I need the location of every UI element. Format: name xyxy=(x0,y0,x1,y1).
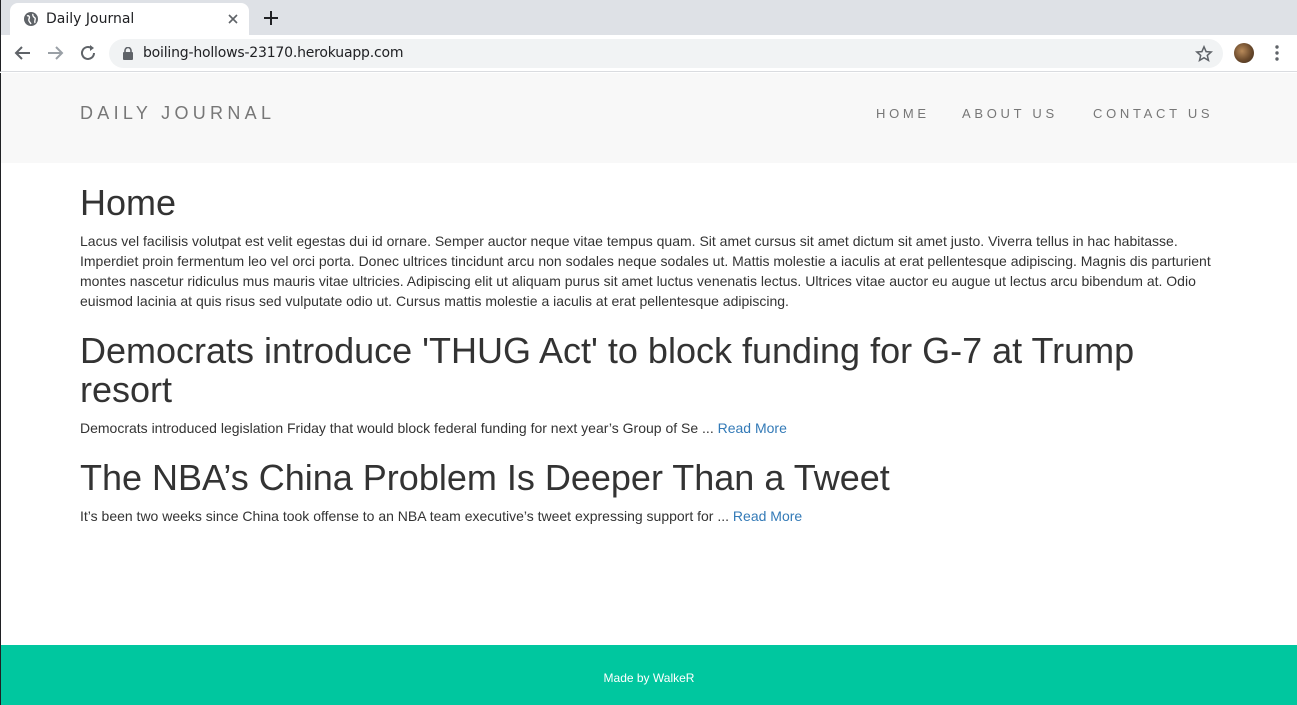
web-page: DAILY JOURNAL HOME ABOUT US CONTACT US H… xyxy=(0,73,1297,705)
page-title: Home xyxy=(80,182,177,223)
forward-arrow-icon[interactable] xyxy=(45,43,65,63)
nav-home[interactable]: HOME xyxy=(876,106,930,121)
reload-icon[interactable] xyxy=(78,43,98,63)
back-arrow-icon[interactable] xyxy=(13,43,33,63)
new-tab-icon[interactable] xyxy=(261,8,281,28)
nav-about-us[interactable]: ABOUT US xyxy=(962,106,1058,121)
read-more-link[interactable]: Read More xyxy=(718,420,787,436)
post-excerpt: Democrats introduced legislation Friday … xyxy=(80,418,1220,438)
profile-avatar[interactable] xyxy=(1234,43,1254,63)
post-excerpt-text: It’s been two weeks since China took off… xyxy=(80,508,730,524)
post-item: The NBA’s China Problem Is Deeper Than a… xyxy=(80,458,1220,526)
nav-contact-us[interactable]: CONTACT US xyxy=(1093,106,1213,121)
home-intro: Lacus vel facilisis volutpat est velit e… xyxy=(80,233,1211,309)
post-excerpt-text: Democrats introduced legislation Friday … xyxy=(80,420,714,436)
browser-tab[interactable]: Daily Journal xyxy=(10,3,249,35)
close-icon[interactable] xyxy=(225,11,241,27)
site-footer: Made by WalkeR xyxy=(1,645,1297,705)
site-brand[interactable]: DAILY JOURNAL xyxy=(80,103,275,124)
post-title: The NBA’s China Problem Is Deeper Than a… xyxy=(80,457,890,498)
address-bar[interactable]: boiling-hollows-23170.herokuapp.com xyxy=(109,39,1223,68)
more-menu-icon[interactable] xyxy=(1267,43,1287,63)
lock-icon xyxy=(123,47,133,60)
browser-tabstrip: Daily Journal xyxy=(0,0,1297,35)
tab-title: Daily Journal xyxy=(46,11,135,27)
read-more-link[interactable]: Read More xyxy=(733,508,802,524)
globe-icon xyxy=(24,12,38,26)
post-excerpt: It’s been two weeks since China took off… xyxy=(80,506,1220,526)
site-navbar: DAILY JOURNAL HOME ABOUT US CONTACT US xyxy=(1,73,1297,163)
url-text: boiling-hollows-23170.herokuapp.com xyxy=(143,45,404,61)
post-item: Democrats introduce 'THUG Act' to block … xyxy=(80,331,1220,438)
post-title: Democrats introduce 'THUG Act' to block … xyxy=(80,330,1135,410)
bookmark-star-icon[interactable] xyxy=(1195,45,1213,63)
main-content: Home Lacus vel facilisis volutpat est ve… xyxy=(80,183,1220,546)
browser-toolbar: boiling-hollows-23170.herokuapp.com xyxy=(0,35,1297,72)
footer-credit: Made by WalkeR xyxy=(603,671,695,685)
